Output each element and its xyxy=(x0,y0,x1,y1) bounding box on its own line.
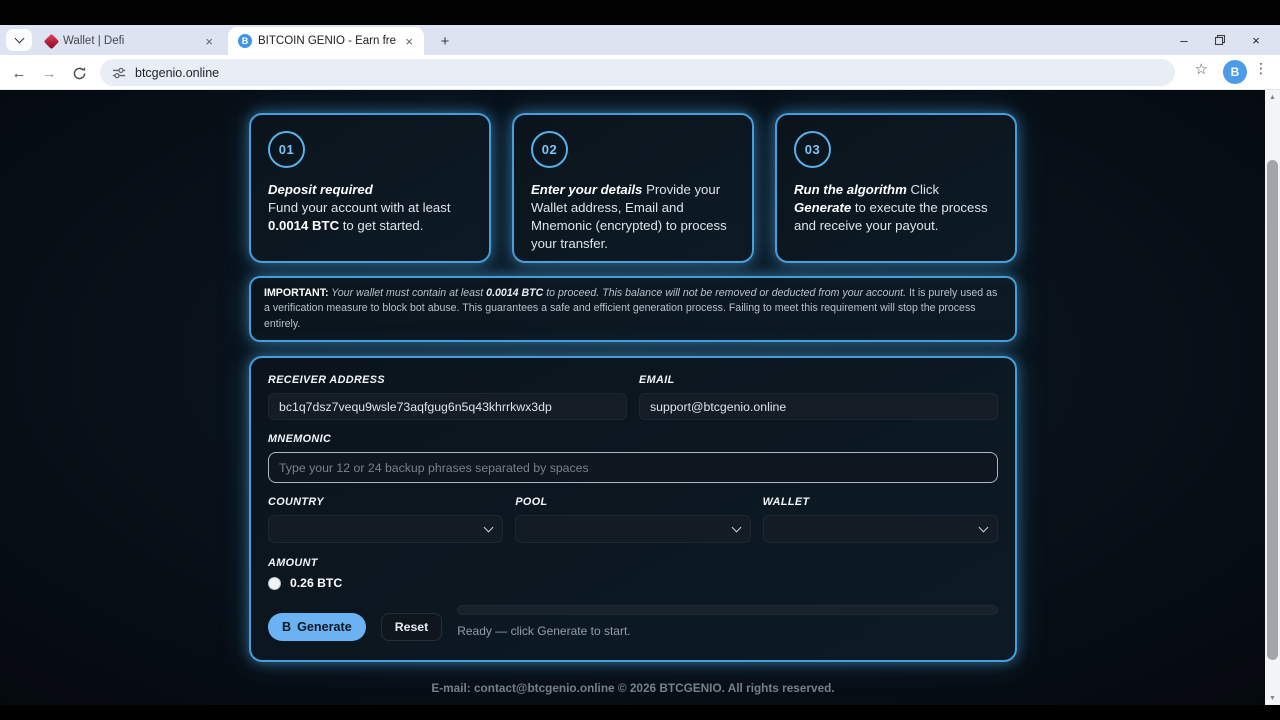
forward-button[interactable]: → xyxy=(38,62,60,84)
profile-avatar: B xyxy=(1223,60,1247,84)
profile-button[interactable]: B xyxy=(1223,60,1247,84)
scrollbar-thumb[interactable] xyxy=(1267,160,1278,660)
tab-strip: Wallet | Defi × B BITCOIN GENIO - Earn f… xyxy=(0,25,1280,55)
bitcoin-icon: B xyxy=(282,620,291,634)
window-titlebar xyxy=(0,0,1280,25)
pool-select[interactable] xyxy=(515,515,750,543)
pool-label: POOL xyxy=(515,496,750,508)
step-number-badge: 01 xyxy=(268,131,305,168)
restore-button[interactable] xyxy=(1202,25,1238,55)
scrollbar-track[interactable]: ▲ ▼ xyxy=(1265,90,1280,705)
back-button[interactable]: ← xyxy=(8,62,30,84)
generate-button[interactable]: B Generate xyxy=(268,613,366,641)
email-label: EMAIL xyxy=(639,374,998,386)
reload-icon xyxy=(72,66,87,81)
chevron-down-icon xyxy=(14,34,24,44)
reload-button[interactable] xyxy=(68,62,90,84)
step-card-2: 02 Enter your details Provide your Walle… xyxy=(512,113,754,263)
step-card-1: 01 Deposit requiredFund your account wit… xyxy=(249,113,491,263)
address-bar[interactable]: btcgenio.online xyxy=(100,59,1175,86)
tab-search-button[interactable] xyxy=(6,29,32,51)
important-notice: IMPORTANT: Your wallet must contain at l… xyxy=(249,276,1017,342)
restore-icon xyxy=(1214,34,1226,46)
tab-bitcoin-genio[interactable]: B BITCOIN GENIO - Earn free Bitc × xyxy=(228,27,424,55)
receiver-address-label: RECEIVER ADDRESS xyxy=(268,374,627,386)
mnemonic-input[interactable] xyxy=(268,452,998,483)
step-text: Deposit requiredFund your account with a… xyxy=(268,181,472,235)
close-window-button[interactable]: × xyxy=(1238,25,1274,55)
step-text: Enter your details Provide your Wallet a… xyxy=(531,181,735,253)
close-tab-icon[interactable]: × xyxy=(202,34,216,49)
reset-button[interactable]: Reset xyxy=(381,613,443,641)
amount-label: AMOUNT xyxy=(268,557,998,569)
chevron-down-icon xyxy=(731,522,741,532)
bitcoin-favicon: B xyxy=(238,34,252,48)
scroll-up-icon[interactable]: ▲ xyxy=(1265,90,1280,104)
window-controls: – × xyxy=(1166,25,1274,55)
chevron-down-icon xyxy=(979,522,989,532)
browser-toolbar: ← → btcgenio.online ☆ B ⋮ xyxy=(0,55,1280,90)
url-text: btcgenio.online xyxy=(135,66,219,80)
tab-title: BITCOIN GENIO - Earn free Bitc xyxy=(258,35,396,47)
close-tab-icon[interactable]: × xyxy=(402,34,416,49)
steps-row: 01 Deposit requiredFund your account wit… xyxy=(249,113,1017,263)
mnemonic-label: MNEMONIC xyxy=(268,433,998,445)
step-number-badge: 03 xyxy=(794,131,831,168)
site-settings-icon[interactable] xyxy=(112,66,126,80)
receiver-address-input[interactable] xyxy=(268,393,627,420)
country-select[interactable] xyxy=(268,515,503,543)
new-tab-button[interactable]: + xyxy=(434,30,456,52)
status-text: Ready — click Generate to start. xyxy=(457,624,998,638)
minimize-button[interactable]: – xyxy=(1166,25,1202,55)
email-input[interactable] xyxy=(639,393,998,420)
three-dot-menu-icon: ⋮ xyxy=(1254,60,1268,77)
progress-bar xyxy=(457,605,998,615)
wallet-select[interactable] xyxy=(763,515,998,543)
bookmark-star-icon: ☆ xyxy=(1195,60,1208,78)
chevron-down-icon xyxy=(484,522,494,532)
page-content: 01 Deposit requiredFund your account wit… xyxy=(0,90,1280,705)
defi-wallet-icon xyxy=(44,33,60,49)
country-label: COUNTRY xyxy=(268,496,503,508)
step-text: Run the algorithm Click Generate to exec… xyxy=(794,181,998,235)
amount-option-label: 0.26 BTC xyxy=(290,576,342,590)
amount-radio[interactable] xyxy=(268,577,281,590)
generator-form: RECEIVER ADDRESS EMAIL MNEMONIC COUNTRY xyxy=(249,356,1017,662)
step-number-badge: 02 xyxy=(531,131,568,168)
scroll-down-icon[interactable]: ▼ xyxy=(1265,691,1280,705)
browser-menu-button[interactable]: ⋮ xyxy=(1254,60,1268,77)
step-card-3: 03 Run the algorithm Click Generate to e… xyxy=(775,113,1017,263)
footer-text: E-mail: contact@btcgenio.online © 2026 B… xyxy=(249,681,1017,695)
tab-wallet-defi[interactable]: Wallet | Defi × xyxy=(36,27,224,55)
tab-title: Wallet | Defi xyxy=(63,35,196,47)
bookmark-button[interactable]: ☆ xyxy=(1195,60,1208,78)
wallet-label: WALLET xyxy=(763,496,998,508)
